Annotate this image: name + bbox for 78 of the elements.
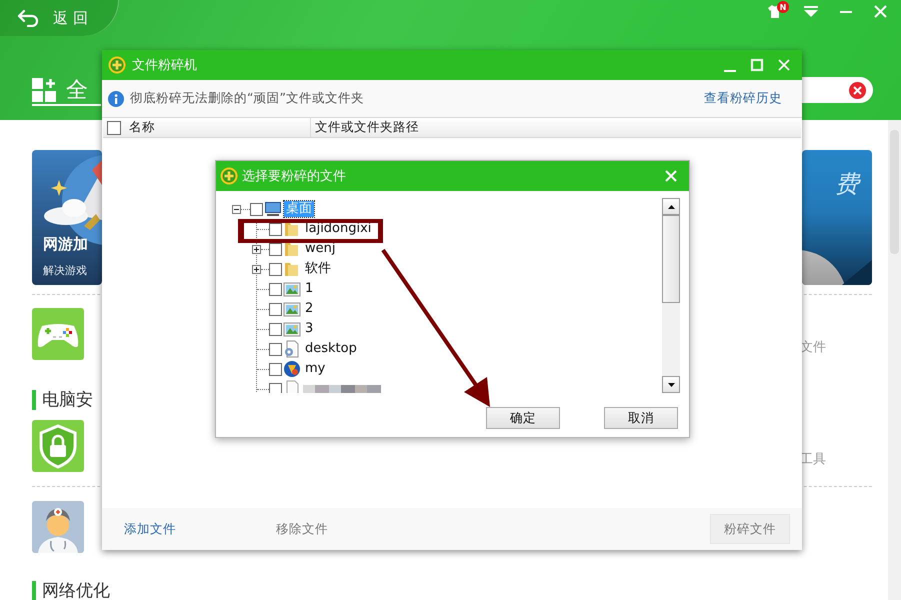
- item-label: my: [304, 361, 326, 377]
- history-link[interactable]: 查看粉碎历史: [704, 90, 782, 107]
- item-label: 1: [304, 281, 314, 297]
- doctor-avatar-icon: [32, 501, 84, 553]
- action-link[interactable]: 添加文件: [124, 520, 176, 538]
- expand-icon[interactable]: [252, 264, 261, 274]
- column-header[interactable]: 文件或文件夹路径: [311, 119, 419, 136]
- item-label: 3: [304, 321, 314, 337]
- minimize-icon: [723, 70, 737, 72]
- checkbox[interactable]: [269, 362, 282, 376]
- promo-title: 网游加: [43, 235, 89, 254]
- folder-icon: [283, 220, 301, 238]
- tree-item[interactable]: 软件: [252, 261, 333, 277]
- section-title: 电脑安: [32, 390, 93, 410]
- checkbox[interactable]: [269, 242, 282, 256]
- promo-banner[interactable]: 网游加 解决游戏: [32, 150, 102, 285]
- minimize-icon: [840, 10, 852, 12]
- checkbox[interactable]: [269, 342, 282, 356]
- scrollbar[interactable]: [662, 198, 680, 393]
- checkbox[interactable]: [269, 322, 282, 336]
- back-arrow-icon: [17, 9, 39, 27]
- close-icon: [665, 170, 677, 182]
- shield-icon: [32, 420, 84, 472]
- item-label: desktop: [304, 341, 358, 357]
- checkbox[interactable]: [269, 222, 282, 236]
- notification-badge: N: [777, 1, 789, 13]
- checkbox[interactable]: [269, 382, 282, 393]
- dialog-title: 选择要粉碎的文件: [242, 168, 346, 185]
- close-icon: [777, 58, 791, 72]
- info-icon: [108, 90, 124, 106]
- item-label: 软件: [304, 261, 332, 277]
- window-title: 文件粉碎机: [132, 57, 197, 74]
- app-logo-icon: [220, 167, 238, 185]
- dialog-button[interactable]: 确定: [486, 407, 560, 429]
- search-field[interactable]: [802, 77, 873, 103]
- checkbox[interactable]: [269, 262, 282, 276]
- tree-item[interactable]: 2: [252, 301, 316, 317]
- checkbox[interactable]: [269, 302, 282, 316]
- scrollbar-thumb[interactable]: [662, 215, 680, 303]
- down-arrow-icon: [668, 382, 674, 386]
- image-file-icon: [283, 320, 301, 338]
- dialog-button[interactable]: 取消: [604, 407, 678, 429]
- section-title: 网络优化: [32, 581, 110, 600]
- promo-title: 费: [835, 169, 859, 200]
- expand-icon[interactable]: [252, 244, 261, 254]
- item-label: lajidongixi: [304, 221, 372, 237]
- clear-icon[interactable]: [849, 82, 866, 98]
- scroll-up-button[interactable]: [662, 198, 680, 215]
- info-text: 彻底粉碎无法删除的“顽固”文件或文件夹: [130, 90, 364, 107]
- grid-icon: [32, 78, 57, 102]
- collapse-icon[interactable]: [232, 204, 241, 214]
- gamepad-icon: [32, 308, 84, 360]
- tree-item[interactable]: desktop: [252, 341, 359, 357]
- item-label: wenj: [304, 241, 336, 257]
- app-logo-icon: [108, 56, 126, 74]
- app-icon: [283, 360, 301, 378]
- checkbox[interactable]: [107, 120, 121, 134]
- dropdown-icon: [804, 6, 818, 18]
- item-label: 桌面: [284, 201, 314, 217]
- close-icon: [874, 5, 887, 18]
- folder-icon: [283, 240, 301, 258]
- folder-icon: [283, 260, 301, 278]
- column-header[interactable]: 名称: [129, 119, 155, 136]
- tree-item[interactable]: 1: [252, 281, 316, 297]
- checkbox[interactable]: [269, 282, 282, 296]
- checkbox[interactable]: [250, 202, 263, 216]
- item-label: 2: [304, 301, 314, 317]
- up-arrow-icon: [668, 204, 674, 208]
- promo-subtitle: 解决游戏: [43, 263, 88, 278]
- tree-item[interactable]: my: [252, 361, 328, 377]
- monitor-icon: [264, 200, 282, 218]
- tree-item[interactable]: 3: [252, 321, 316, 337]
- scroll-down-button[interactable]: [662, 376, 680, 393]
- maximize-icon: [750, 58, 764, 72]
- settings-file-icon: [283, 340, 301, 358]
- scrollbar[interactable]: [888, 120, 901, 600]
- image-file-icon: [283, 300, 301, 318]
- image-file-icon: [283, 280, 301, 298]
